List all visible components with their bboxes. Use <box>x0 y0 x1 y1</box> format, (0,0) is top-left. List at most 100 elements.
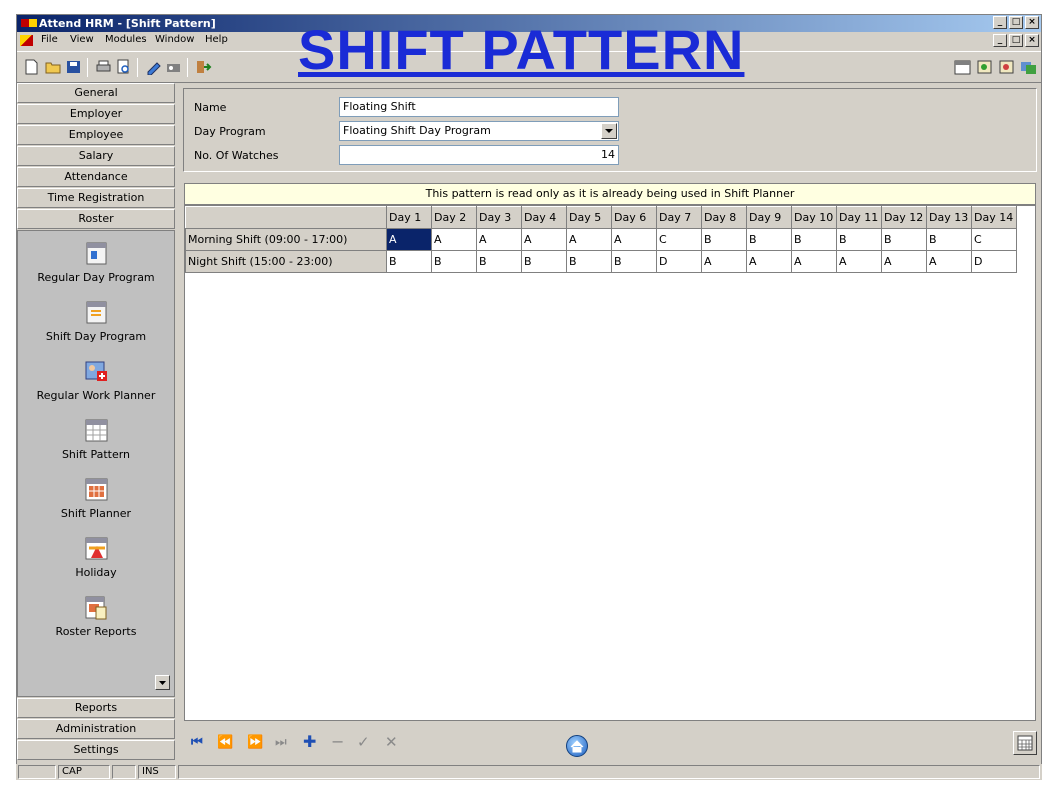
close-button[interactable]: × <box>1025 16 1039 29</box>
grid-cell[interactable]: C <box>971 228 1017 251</box>
grid-cell[interactable]: B <box>386 250 432 273</box>
nav-item-shift-planner[interactable]: Shift Planner <box>18 475 174 520</box>
new-document-icon[interactable] <box>23 59 40 75</box>
grid-cell[interactable]: A <box>476 228 522 251</box>
grid-cell[interactable]: A <box>836 250 882 273</box>
grid-cell[interactable]: D <box>971 250 1017 273</box>
column-header[interactable]: Day 12 <box>881 206 927 229</box>
grid-cell[interactable]: B <box>566 250 612 273</box>
nav-item-regular-work-planner[interactable]: Regular Work Planner <box>18 357 174 402</box>
add-record-icon[interactable]: ✚ <box>303 732 316 751</box>
calendar-view-icon[interactable] <box>954 59 971 75</box>
column-header[interactable]: Day 6 <box>611 206 657 229</box>
grid-cell[interactable]: B <box>701 228 747 251</box>
child-close-button[interactable]: × <box>1025 34 1039 47</box>
column-header[interactable]: Day 13 <box>926 206 972 229</box>
maximize-button[interactable]: □ <box>1009 16 1023 29</box>
grid-cell[interactable]: A <box>386 228 432 251</box>
nav-item-holiday[interactable]: Holiday <box>18 534 174 579</box>
nav-roster[interactable]: Roster <box>17 209 175 229</box>
grid-cell[interactable]: D <box>656 250 702 273</box>
child-minimize-button[interactable]: _ <box>993 34 1007 47</box>
post-edit-icon[interactable]: ✓ <box>357 733 370 751</box>
dropdown-button[interactable] <box>601 123 617 139</box>
grid-cell[interactable]: B <box>746 228 792 251</box>
nav-attendance[interactable]: Attendance <box>17 167 175 187</box>
menu-help[interactable]: Help <box>205 34 228 45</box>
nav-administration[interactable]: Administration <box>17 719 175 739</box>
nav-item-shift-pattern[interactable]: Shift Pattern <box>18 416 174 461</box>
menu-view[interactable]: View <box>70 34 94 45</box>
last-record-icon[interactable]: ⏭ <box>275 735 287 750</box>
column-header[interactable]: Day 5 <box>566 206 612 229</box>
help-book-icon[interactable] <box>998 59 1015 75</box>
grid-cell[interactable]: A <box>521 228 567 251</box>
minimize-button[interactable]: _ <box>993 16 1007 29</box>
print-preview-icon[interactable] <box>115 59 132 75</box>
nav-item-regular-day-program[interactable]: Regular Day Program <box>18 239 174 284</box>
home-icon[interactable] <box>566 735 588 757</box>
column-header[interactable]: Day 14 <box>971 206 1017 229</box>
previous-page-icon[interactable]: ⏪ <box>217 735 233 750</box>
exit-icon[interactable] <box>195 59 212 75</box>
menu-file[interactable]: File <box>41 34 58 45</box>
child-maximize-button[interactable]: □ <box>1009 34 1023 47</box>
nav-item-roster-reports[interactable]: Roster Reports <box>18 593 174 638</box>
nav-settings[interactable]: Settings <box>17 740 175 760</box>
nav-general[interactable]: General <box>17 83 175 103</box>
grid-cell[interactable]: B <box>881 228 927 251</box>
next-page-icon[interactable]: ⏩ <box>247 735 263 750</box>
grid-cell[interactable]: B <box>926 228 972 251</box>
menu-window[interactable]: Window <box>155 34 194 45</box>
column-header[interactable]: Day 4 <box>521 206 567 229</box>
grid-cell[interactable]: C <box>656 228 702 251</box>
column-header[interactable]: Day 8 <box>701 206 747 229</box>
grid-cell[interactable]: A <box>791 250 837 273</box>
nav-time-registration[interactable]: Time Registration <box>17 188 175 208</box>
print-icon[interactable] <box>95 59 112 75</box>
day-program-select[interactable]: Floating Shift Day Program <box>339 121 619 141</box>
column-header[interactable]: Day 7 <box>656 206 702 229</box>
first-record-icon[interactable]: ⏮ <box>191 735 203 750</box>
grid-cell[interactable]: A <box>701 250 747 273</box>
calendar-button[interactable] <box>1013 731 1037 755</box>
column-header[interactable]: Day 10 <box>791 206 837 229</box>
row-header[interactable]: Morning Shift (09:00 - 17:00) <box>185 228 387 251</box>
nav-reports[interactable]: Reports <box>17 698 175 718</box>
scroll-down-button[interactable] <box>155 675 170 690</box>
nav-salary[interactable]: Salary <box>17 146 175 166</box>
name-input[interactable]: Floating Shift <box>339 97 619 117</box>
cancel-edit-icon[interactable]: ✕ <box>385 733 398 751</box>
column-header[interactable]: Day 2 <box>431 206 477 229</box>
grid-cell[interactable]: A <box>431 228 477 251</box>
grid-cell[interactable]: B <box>476 250 522 273</box>
column-header[interactable]: Day 1 <box>386 206 432 229</box>
nav-item-shift-day-program[interactable]: Shift Day Program <box>18 298 174 343</box>
grid-cell[interactable]: A <box>611 228 657 251</box>
grid-cell[interactable]: B <box>836 228 882 251</box>
menu-modules[interactable]: Modules <box>105 34 147 45</box>
grid-cell[interactable]: A <box>926 250 972 273</box>
column-header[interactable]: Day 11 <box>836 206 882 229</box>
save-icon[interactable] <box>65 59 82 75</box>
grid-cell[interactable]: B <box>521 250 567 273</box>
nav-employee[interactable]: Employee <box>17 125 175 145</box>
grid-cell[interactable]: A <box>746 250 792 273</box>
grid-cell[interactable]: A <box>881 250 927 273</box>
tools-icon[interactable] <box>165 59 182 75</box>
grid-cell[interactable]: A <box>566 228 612 251</box>
edit-icon[interactable] <box>145 59 162 76</box>
document-icon <box>20 35 33 46</box>
grid-cell[interactable]: B <box>791 228 837 251</box>
open-folder-icon[interactable] <box>45 59 62 75</box>
delete-record-icon[interactable]: − <box>331 732 344 751</box>
nav-employer[interactable]: Employer <box>17 104 175 124</box>
watches-input[interactable]: 14 <box>339 145 619 165</box>
grid-cell[interactable]: B <box>431 250 477 273</box>
window-switch-icon[interactable] <box>1020 59 1037 75</box>
column-header[interactable]: Day 9 <box>746 206 792 229</box>
row-header[interactable]: Night Shift (15:00 - 23:00) <box>185 250 387 273</box>
refresh-icon[interactable] <box>976 59 993 75</box>
grid-cell[interactable]: B <box>611 250 657 273</box>
column-header[interactable]: Day 3 <box>476 206 522 229</box>
